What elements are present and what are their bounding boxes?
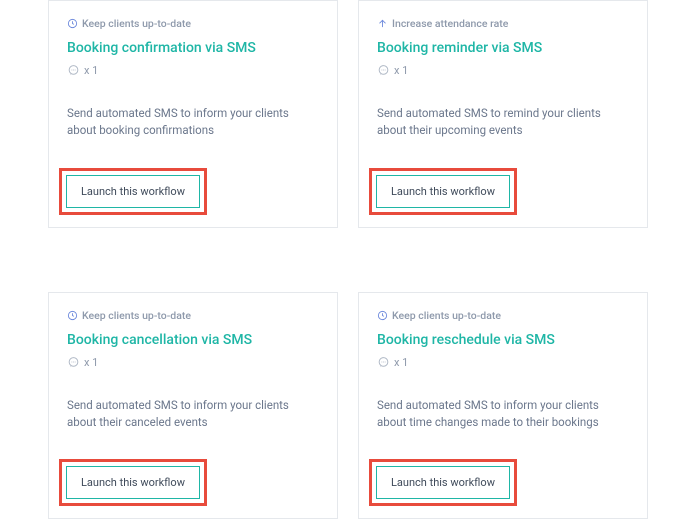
launch-workflow-button[interactable]: Launch this workflow <box>376 466 510 499</box>
chat-icon <box>377 64 390 77</box>
card-tag-label: Keep clients up-to-date <box>82 309 191 322</box>
highlight-annotation: Launch this workflow <box>59 168 207 215</box>
highlight-annotation: Launch this workflow <box>59 459 207 506</box>
card-tag-label: Keep clients up-to-date <box>82 17 191 30</box>
card-meta-count: x 1 <box>394 356 408 369</box>
card-meta-count: x 1 <box>394 64 408 77</box>
chat-icon <box>67 356 80 369</box>
card-tag: Keep clients up-to-date <box>377 309 629 322</box>
card-meta: x 1 <box>377 64 629 77</box>
card-meta: x 1 <box>67 356 319 369</box>
workflow-card: Keep clients up-to-date Booking confirma… <box>48 0 338 228</box>
highlight-annotation: Launch this workflow <box>369 168 517 215</box>
arrow-up-icon <box>377 18 388 29</box>
clock-icon <box>67 18 78 29</box>
card-tag: Keep clients up-to-date <box>67 309 319 322</box>
row-spacer <box>48 248 652 272</box>
card-tag: Keep clients up-to-date <box>67 17 319 30</box>
workflow-card-grid: Keep clients up-to-date Booking confirma… <box>0 0 700 529</box>
card-meta: x 1 <box>67 64 319 77</box>
card-description: Send automated SMS to inform your client… <box>377 397 629 432</box>
card-description: Send automated SMS to inform your client… <box>67 397 319 432</box>
card-tag: Increase attendance rate <box>377 17 629 30</box>
highlight-annotation: Launch this workflow <box>369 459 517 506</box>
launch-workflow-button[interactable]: Launch this workflow <box>66 175 200 208</box>
card-title[interactable]: Booking cancellation via SMS <box>67 332 319 348</box>
card-title[interactable]: Booking reschedule via SMS <box>377 332 629 348</box>
workflow-card: Increase attendance rate Booking reminde… <box>358 0 648 228</box>
chat-icon <box>67 64 80 77</box>
card-meta-count: x 1 <box>84 356 98 369</box>
card-meta-count: x 1 <box>84 64 98 77</box>
card-meta: x 1 <box>377 356 629 369</box>
clock-icon <box>67 310 78 321</box>
card-tag-label: Keep clients up-to-date <box>392 309 501 322</box>
card-tag-label: Increase attendance rate <box>392 17 508 30</box>
card-description: Send automated SMS to inform your client… <box>67 105 319 140</box>
workflow-card: Keep clients up-to-date Booking reschedu… <box>358 292 648 520</box>
workflow-card: Keep clients up-to-date Booking cancella… <box>48 292 338 520</box>
clock-icon <box>377 310 388 321</box>
launch-workflow-button[interactable]: Launch this workflow <box>376 175 510 208</box>
chat-icon <box>377 356 390 369</box>
card-description: Send automated SMS to remind your client… <box>377 105 629 140</box>
card-title[interactable]: Booking reminder via SMS <box>377 40 629 56</box>
launch-workflow-button[interactable]: Launch this workflow <box>66 466 200 499</box>
card-title[interactable]: Booking confirmation via SMS <box>67 40 319 56</box>
